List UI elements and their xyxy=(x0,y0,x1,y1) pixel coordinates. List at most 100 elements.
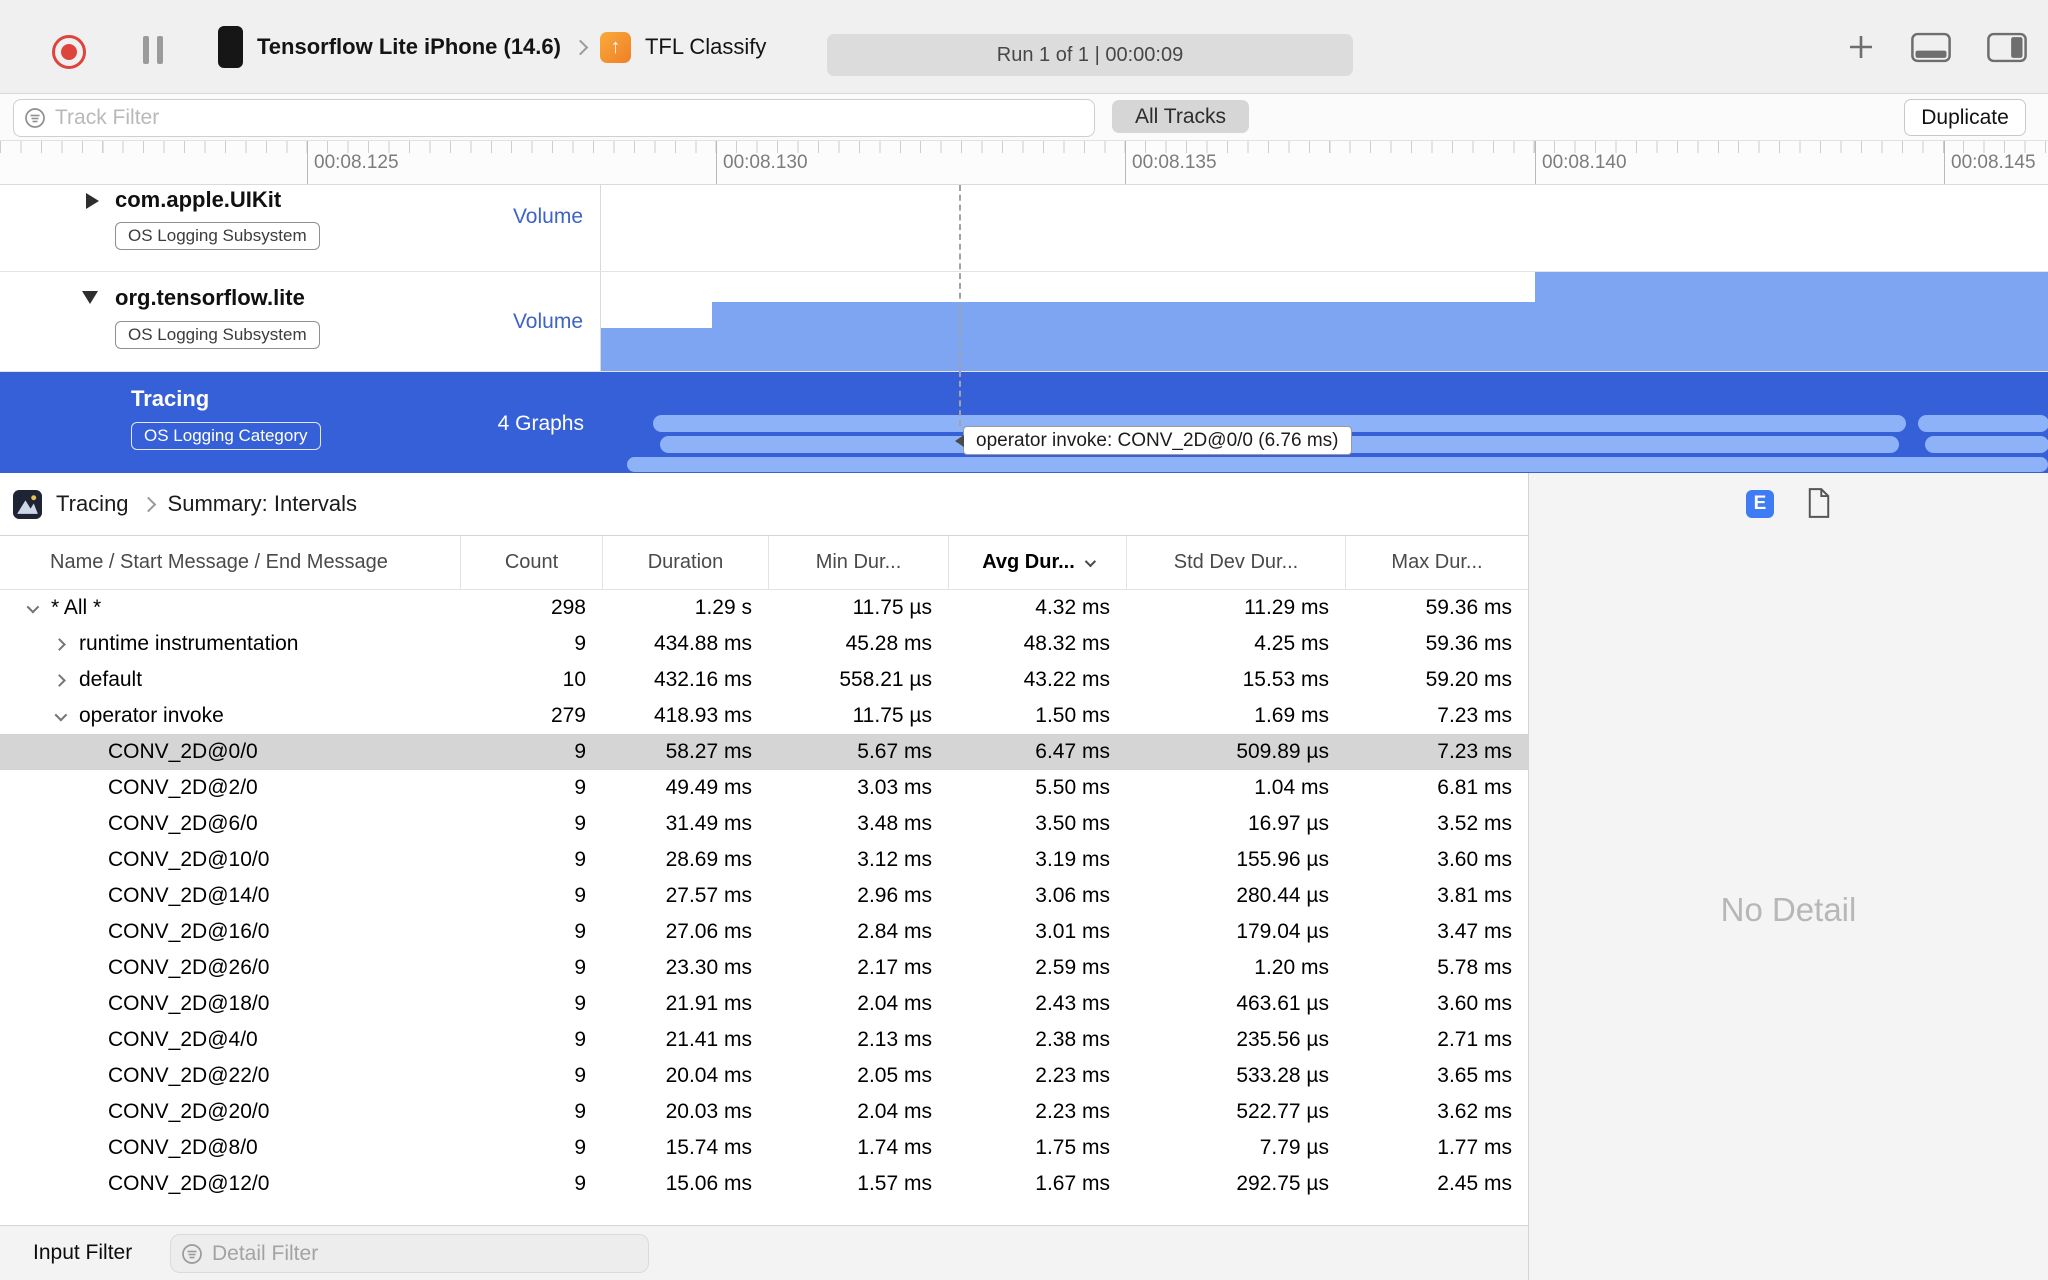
table-row[interactable]: CONV_2D@12/0 9 15.06 ms 1.57 ms 1.67 ms 292.7… xyxy=(0,1166,1528,1202)
track-name: org.tensorflow.lite xyxy=(115,285,305,310)
table-row[interactable]: default 10 432.16 ms 558.21 µs 43.22 ms 15.53… xyxy=(0,662,1528,698)
bottom-pane-toggle-button[interactable] xyxy=(1910,32,1952,63)
column-header[interactable]: Duration xyxy=(602,536,768,589)
cell-max: 59.36 ms xyxy=(1425,632,1512,655)
cell-max: 5.78 ms xyxy=(1437,956,1512,979)
no-detail-label: No Detail xyxy=(1720,891,1857,928)
cell-std: 4.25 ms xyxy=(1254,632,1329,655)
cell-avg: 2.43 ms xyxy=(1035,992,1110,1015)
track-filter-bar: All Tracks Duplicate xyxy=(0,94,2048,141)
table-row[interactable]: CONV_2D@2/0 9 49.49 ms 3.03 ms 5.50 ms 1.04 m… xyxy=(0,770,1528,806)
disclosure-triangle-icon[interactable] xyxy=(86,193,99,209)
pause-button[interactable] xyxy=(143,36,163,64)
cell-std: 522.77 µs xyxy=(1236,1100,1329,1123)
table-row[interactable]: runtime instrumentation 9 434.88 ms 45.28 m… xyxy=(0,626,1528,662)
column-header[interactable]: Name / Start Message / End Message xyxy=(0,536,460,589)
app-label[interactable]: TFL Classify xyxy=(645,34,766,60)
breadcrumb-current[interactable]: Summary: Intervals xyxy=(168,491,358,517)
track-org-tensorflow-lite[interactable]: org.tensorflow.lite OS Logging Subsystem… xyxy=(0,272,2048,372)
cell-max: 59.20 ms xyxy=(1425,668,1512,691)
column-header[interactable]: Max Dur... xyxy=(1345,536,1528,589)
bottom-pane-icon xyxy=(1911,32,1951,62)
track-label: Tracing OS Logging Category 4 Graphs xyxy=(0,372,601,473)
column-header[interactable]: Count xyxy=(460,536,602,589)
playhead-line[interactable] xyxy=(959,185,961,426)
target-selector[interactable]: Tensorflow Lite iPhone (14.6) ↑ TFL Clas… xyxy=(218,0,766,94)
track-lane-uikit[interactable] xyxy=(601,185,2048,271)
cell-min: 558.21 µs xyxy=(839,668,932,691)
track-lane-tensorflow[interactable] xyxy=(601,272,2048,371)
detail-filter-field[interactable] xyxy=(170,1234,649,1273)
table-row[interactable]: CONV_2D@18/0 9 21.91 ms 2.04 ms 2.43 ms 463.6… xyxy=(0,986,1528,1022)
table-row[interactable]: CONV_2D@26/0 9 23.30 ms 2.17 ms 2.59 ms 1.20 … xyxy=(0,950,1528,986)
table-row[interactable]: CONV_2D@8/0 9 15.74 ms 1.74 ms 1.75 ms 7.79 µ… xyxy=(0,1130,1528,1166)
right-pane-toggle-button[interactable] xyxy=(1986,32,2028,63)
cell-avg: 1.50 ms xyxy=(1035,704,1110,727)
breadcrumb: Tracing Summary: Intervals xyxy=(0,473,1528,536)
cell-std: 1.20 ms xyxy=(1254,956,1329,979)
row-disclosure-icon[interactable] xyxy=(53,637,66,651)
cell-avg: 2.59 ms xyxy=(1035,956,1110,979)
breadcrumb-root[interactable]: Tracing xyxy=(56,491,129,517)
table-row[interactable]: operator invoke 279 418.93 ms 11.75 µs 1.50 … xyxy=(0,698,1528,734)
track-com-apple-uikit[interactable]: com.apple.UIKit OS Logging Subsystem Vol… xyxy=(0,185,2048,272)
timeline-ruler[interactable]: 00:08.125 00:08.130 00:08.135 00:08.140 00:0… xyxy=(0,141,2048,185)
column-header[interactable]: Avg Dur... xyxy=(948,536,1126,589)
cell-count: 10 xyxy=(562,668,586,691)
toolbar: Tensorflow Lite iPhone (14.6) ↑ TFL Clas… xyxy=(0,0,2048,94)
table-row[interactable]: CONV_2D@22/0 9 20.04 ms 2.05 ms 2.23 ms 533.2… xyxy=(0,1058,1528,1094)
instrument-icon xyxy=(13,489,42,519)
cell-min: 2.96 ms xyxy=(857,884,932,907)
cell-min: 11.75 µs xyxy=(852,704,932,727)
track-tracing-selected[interactable]: Tracing OS Logging Category 4 Graphs xyxy=(0,372,2048,473)
table-row[interactable]: CONV_2D@10/0 9 28.69 ms 3.12 ms 3.19 ms 155.9… xyxy=(0,842,1528,878)
filter-icon xyxy=(25,108,45,128)
all-tracks-button[interactable]: All Tracks xyxy=(1112,100,1249,133)
add-instrument-button[interactable] xyxy=(1846,32,1876,62)
cell-min: 2.04 ms xyxy=(857,992,932,1015)
detail-filter-input[interactable] xyxy=(212,1241,648,1266)
row-disclosure-icon[interactable] xyxy=(53,673,66,687)
cell-duration: 28.69 ms xyxy=(665,848,752,871)
cell-min: 1.74 ms xyxy=(857,1136,932,1159)
track-filter-input[interactable] xyxy=(55,106,1094,130)
duplicate-button[interactable]: Duplicate xyxy=(1904,99,2026,136)
row-disclosure-icon[interactable] xyxy=(26,600,40,613)
column-header[interactable]: Min Dur... xyxy=(768,536,948,589)
document-icon[interactable] xyxy=(1807,488,1831,523)
input-filter-label[interactable]: Input Filter xyxy=(33,1241,132,1265)
ruler-tick: 00:08.125 xyxy=(307,141,399,184)
cell-count: 9 xyxy=(574,884,586,907)
cell-count: 9 xyxy=(574,1100,586,1123)
disclosure-triangle-icon[interactable] xyxy=(82,291,98,304)
table-row[interactable]: CONV_2D@0/0 9 58.27 ms 5.67 ms 6.47 ms 509.89… xyxy=(0,734,1528,770)
row-disclosure-icon[interactable] xyxy=(54,708,68,721)
table-row[interactable]: CONV_2D@16/0 9 27.06 ms 2.84 ms 3.01 ms 179.0… xyxy=(0,914,1528,950)
iphone-device-icon xyxy=(218,26,243,68)
extended-detail-button[interactable]: E xyxy=(1746,490,1774,518)
table-row[interactable]: CONV_2D@20/0 9 20.03 ms 2.04 ms 2.23 ms 522.7… xyxy=(0,1094,1528,1130)
cell-avg: 3.19 ms xyxy=(1035,848,1110,871)
cell-count: 9 xyxy=(574,776,586,799)
cell-std: 235.56 µs xyxy=(1236,1028,1329,1051)
cell-std: 280.44 µs xyxy=(1236,884,1329,907)
cell-max: 7.23 ms xyxy=(1437,740,1512,763)
cell-duration: 20.04 ms xyxy=(665,1064,752,1087)
track-lane-tracing[interactable] xyxy=(601,372,2048,473)
track-badge: OS Logging Category xyxy=(131,422,321,450)
cell-duration: 23.30 ms xyxy=(665,956,752,979)
cell-min: 3.12 ms xyxy=(857,848,932,871)
table-row[interactable]: CONV_2D@14/0 9 27.57 ms 2.96 ms 3.06 ms 280.4… xyxy=(0,878,1528,914)
table-row[interactable]: * All * 298 1.29 s 11.75 µs 4.32 ms 11.29 ms 5… xyxy=(0,590,1528,626)
track-name: Tracing xyxy=(131,386,210,411)
record-button[interactable] xyxy=(52,35,86,69)
cell-max: 3.52 ms xyxy=(1437,812,1512,835)
cell-duration: 418.93 ms xyxy=(653,704,752,727)
track-filter-field[interactable] xyxy=(13,99,1095,137)
cell-std: 1.69 ms xyxy=(1254,704,1329,727)
table-row[interactable]: CONV_2D@6/0 9 31.49 ms 3.48 ms 3.50 ms 16.97 … xyxy=(0,806,1528,842)
sort-chevron-icon xyxy=(1084,555,1096,567)
table-row[interactable]: CONV_2D@4/0 9 21.41 ms 2.13 ms 2.38 ms 235.56… xyxy=(0,1022,1528,1058)
column-header[interactable]: Std Dev Dur... xyxy=(1126,536,1345,589)
device-label[interactable]: Tensorflow Lite iPhone (14.6) xyxy=(257,34,561,60)
